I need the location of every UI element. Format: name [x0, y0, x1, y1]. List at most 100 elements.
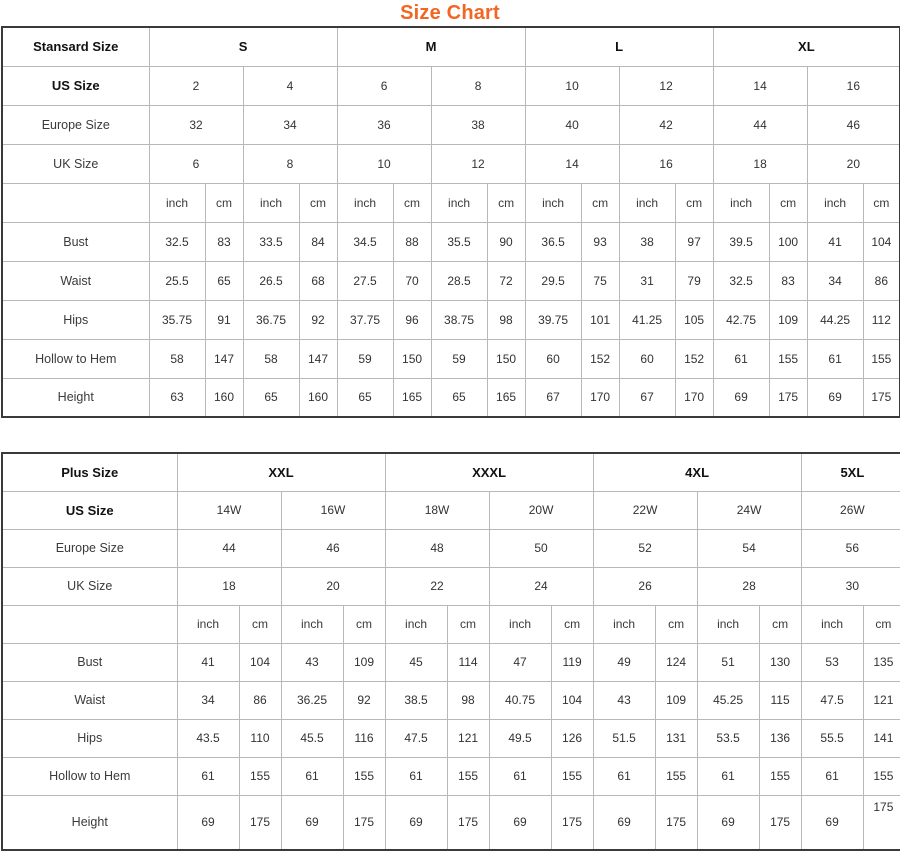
unit-header-row: inch cm inch cm inch cm inch cm inch cm inch cm inch…: [2, 604, 900, 644]
corner-label: Plus Size: [1, 452, 178, 492]
measure-value: 32.5: [712, 260, 770, 301]
measure-value: 70: [392, 260, 432, 301]
corner-label: Stansard Size: [1, 26, 150, 67]
size-group-xxxl: XXXL: [384, 452, 594, 492]
measure-label-hollow-to-hem: Hollow to Hem: [1, 756, 178, 796]
measure-value: 90: [486, 221, 526, 262]
measure-value: 92: [298, 299, 338, 340]
cell-value: 34: [242, 104, 338, 145]
measure-value: 31: [618, 260, 676, 301]
measure-value: 104: [550, 680, 594, 720]
measure-value: 34.5: [336, 221, 394, 262]
measure-value: 150: [392, 338, 432, 379]
measure-value: 131: [654, 718, 698, 758]
cell-value: 18: [176, 566, 282, 606]
measure-value: 61: [384, 756, 448, 796]
measure-value: 104: [862, 221, 900, 262]
measure-value: 115: [758, 680, 802, 720]
measure-value: 59: [430, 338, 488, 379]
row-label-europe-size: Europe Size: [1, 528, 178, 568]
unit-label-cm: cm: [862, 604, 900, 644]
cell-value: 20: [806, 143, 900, 184]
measure-value: 34: [176, 680, 240, 720]
plus-size-table: Plus Size XXL XXXL 4XL 5XL US Size 14W 16W 18W 20…: [1, 452, 900, 851]
row-label-uk-size: UK Size: [1, 566, 178, 606]
unit-label-inch: inch: [524, 182, 582, 223]
cell-value: 4: [242, 65, 338, 106]
measure-value: 43: [280, 642, 344, 682]
cell-value: 56: [800, 528, 900, 568]
measure-value: 152: [674, 338, 714, 379]
measure-value: 147: [204, 338, 244, 379]
unit-label-inch: inch: [712, 182, 770, 223]
measure-value: 170: [674, 377, 714, 418]
measure-value: 58: [148, 338, 206, 379]
page-title: Size Chart: [400, 2, 500, 24]
cell-value: 40: [524, 104, 620, 145]
measure-value: 175: [768, 377, 808, 418]
measure-value: 53.5: [696, 718, 760, 758]
measure-value: 69: [806, 377, 864, 418]
measure-value: 88: [392, 221, 432, 262]
measure-value: 109: [768, 299, 808, 340]
measure-value: 104: [238, 642, 282, 682]
measure-value: 155: [862, 338, 900, 379]
measure-value: 41.25: [618, 299, 676, 340]
measure-value: 136: [758, 718, 802, 758]
measure-label-hollow-to-hem: Hollow to Hem: [1, 338, 150, 379]
measure-value: 49: [592, 642, 656, 682]
measure-value: 36.75: [242, 299, 300, 340]
measure-value: 69: [696, 794, 760, 851]
cell-value: 28: [696, 566, 802, 606]
cell-value: 14: [712, 65, 808, 106]
measure-value: 26.5: [242, 260, 300, 301]
measure-value: 116: [342, 718, 386, 758]
measure-value: 36.25: [280, 680, 344, 720]
measure-value: 28.5: [430, 260, 488, 301]
measure-value: 109: [654, 680, 698, 720]
measure-value: 75: [580, 260, 620, 301]
measure-value: 60: [618, 338, 676, 379]
measure-value: 60: [524, 338, 582, 379]
measure-value: 152: [580, 338, 620, 379]
cell-value: 16: [618, 143, 714, 184]
measure-value: 41: [176, 642, 240, 682]
measure-value: 59: [336, 338, 394, 379]
measure-value: 45: [384, 642, 448, 682]
unit-label-inch: inch: [806, 182, 864, 223]
row-label-europe-size: Europe Size: [1, 104, 150, 145]
measure-value: 65: [204, 260, 244, 301]
measure-value: 27.5: [336, 260, 394, 301]
cell-value: 2: [148, 65, 244, 106]
measure-value: 155: [862, 756, 900, 796]
measure-value: 65: [336, 377, 394, 418]
measure-value: 119: [550, 642, 594, 682]
measure-value: 45.5: [280, 718, 344, 758]
measurement-row: Waist 34 86 36.25 92 38.5 98 40.75 104 43 109 45.25…: [1, 680, 900, 720]
measure-value: 160: [204, 377, 244, 418]
measure-value: 43.5: [176, 718, 240, 758]
measure-value: 175: [654, 794, 698, 851]
cell-value: 10: [524, 65, 620, 106]
size-group-4xl: 4XL: [592, 452, 802, 492]
measure-value: 38.5: [384, 680, 448, 720]
table-row: US Size 14W 16W 18W 20W 22W 24W 26W: [1, 490, 900, 530]
unit-label-cm: cm: [674, 182, 714, 223]
unit-row-blank-label: [2, 604, 178, 644]
measure-value: 34: [806, 260, 864, 301]
measure-value: 170: [580, 377, 620, 418]
measure-value: 51.5: [592, 718, 656, 758]
cell-value: 44: [712, 104, 808, 145]
unit-label-cm: cm: [862, 182, 900, 223]
cell-value: 48: [384, 528, 490, 568]
cell-value: 32: [148, 104, 244, 145]
cell-value: 14: [524, 143, 620, 184]
measurement-row: Height 63 160 65 160 65 165 65 165 67 170 67 170 69 17…: [1, 377, 900, 418]
cell-value: 12: [430, 143, 526, 184]
measure-label-height: Height: [1, 377, 150, 418]
cell-value: 6: [148, 143, 244, 184]
measure-value: 25.5: [148, 260, 206, 301]
cell-value: 50: [488, 528, 594, 568]
cell-value: 42: [618, 104, 714, 145]
measure-value: 47.5: [384, 718, 448, 758]
